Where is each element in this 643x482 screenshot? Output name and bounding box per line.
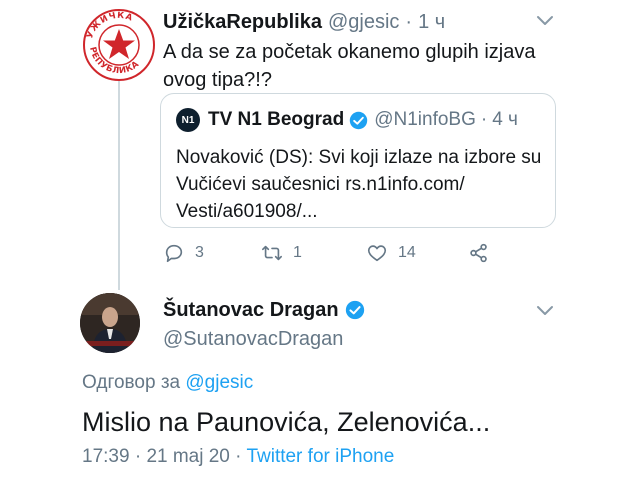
retweet-button[interactable]: 1 <box>261 240 302 266</box>
tweet2-separator-2: · <box>235 446 242 467</box>
quoted-author-name[interactable]: TV N1 Beograd <box>208 109 344 131</box>
retweet-count: 1 <box>293 244 302 261</box>
quoted-author-handle[interactable]: @N1infoBG <box>374 109 476 131</box>
quoted-tweet-text: Novaković (DS): Svi koji izlaze na izbor… <box>176 147 542 222</box>
verified-badge-icon <box>349 111 368 129</box>
avatar-uzicka-republika-logo[interactable]: УЖИЧКА РЕПУБЛИКА <box>78 8 160 82</box>
reply-count: 3 <box>195 244 204 261</box>
heart-icon <box>367 245 387 262</box>
share-button[interactable] <box>468 240 490 266</box>
tweet1-header: UžičkaRepublika @gjesic · 1 ч <box>163 8 445 36</box>
tweet2-date[interactable]: 21 maj 20 <box>146 446 229 467</box>
chevron-down-icon[interactable] <box>536 304 554 318</box>
tweet2-text: Mislio na Paunovića, Zelenovića... <box>82 407 491 437</box>
thread-connector-line <box>118 78 120 290</box>
tweet2-metadata: 17:39 · 21 maj 20 · Twitter for iPhone <box>82 446 394 468</box>
verified-badge-icon <box>345 300 364 320</box>
tweet2-time[interactable]: 17:39 <box>82 446 130 467</box>
quoted-avatar-text: N1 <box>181 114 195 126</box>
like-button[interactable]: 14 <box>366 240 416 266</box>
tweet2-name-row: Šutanovac Dragan <box>163 296 365 324</box>
share-icon <box>470 243 487 263</box>
quoted-separator: · <box>480 109 488 130</box>
tweet1-text: A da se za početak okanemo glupih izjava… <box>163 41 536 91</box>
quoted-tweet-header: TV N1 Beograd @N1infoBG · 4 ч <box>208 106 518 134</box>
reply-button[interactable]: 3 <box>163 240 204 266</box>
tweet1-separator: · <box>405 10 413 33</box>
reply-mention-link[interactable]: @gjesic <box>185 372 253 393</box>
quoted-tweet-card[interactable]: N1 TV N1 Beograd @N1infoBG · 4 ч Novakov… <box>160 93 556 228</box>
avatar-sutanovac-dragan[interactable] <box>80 293 140 353</box>
tweet2-author-name[interactable]: Šutanovac Dragan <box>163 299 339 322</box>
like-count: 14 <box>398 244 416 261</box>
chevron-down-icon[interactable] <box>536 14 554 28</box>
tweet2-source-link[interactable]: Twitter for iPhone <box>246 446 394 467</box>
tweet1-timestamp[interactable]: 1 ч <box>418 11 445 34</box>
reply-icon <box>165 244 183 263</box>
reply-prefix: Одговор за <box>82 372 186 393</box>
tweet1-author-handle[interactable]: @gjesic <box>328 11 399 34</box>
retweet-icon <box>262 245 282 261</box>
tweet2-separator: · <box>134 446 142 467</box>
quoted-timestamp[interactable]: 4 ч <box>492 109 518 131</box>
tweet1-action-bar: 3 1 14 <box>163 240 503 266</box>
tweet2-author-handle[interactable]: @SutanovacDragan <box>163 328 343 351</box>
quoted-avatar-n1[interactable]: N1 <box>176 108 200 132</box>
tweet1-author-name[interactable]: UžičkaRepublika <box>163 11 322 34</box>
replying-to-line: Одговор за @gjesic <box>82 372 253 394</box>
